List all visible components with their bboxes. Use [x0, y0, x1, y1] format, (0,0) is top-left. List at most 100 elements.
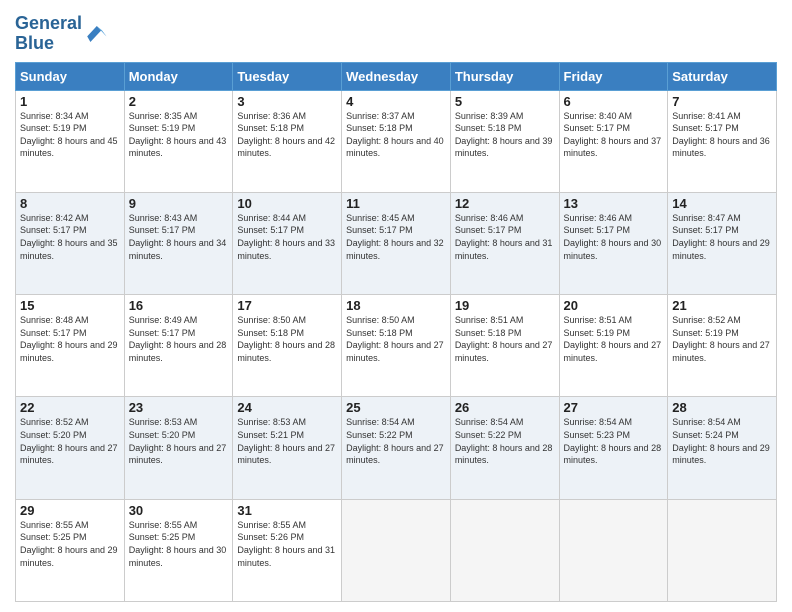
day-number: 31	[237, 503, 337, 518]
day-number: 2	[129, 94, 229, 109]
calendar-cell: 13Sunrise: 8:46 AMSunset: 5:17 PMDayligh…	[559, 192, 668, 294]
calendar-cell	[559, 499, 668, 601]
day-info: Sunrise: 8:55 AMSunset: 5:25 PMDaylight:…	[20, 519, 120, 569]
header: General Blue	[15, 10, 777, 54]
day-number: 5	[455, 94, 555, 109]
day-info: Sunrise: 8:42 AMSunset: 5:17 PMDaylight:…	[20, 212, 120, 262]
day-number: 3	[237, 94, 337, 109]
day-number: 27	[564, 400, 664, 415]
day-number: 4	[346, 94, 446, 109]
day-number: 15	[20, 298, 120, 313]
logo-icon	[84, 22, 108, 46]
day-info: Sunrise: 8:47 AMSunset: 5:17 PMDaylight:…	[672, 212, 772, 262]
calendar-cell: 14Sunrise: 8:47 AMSunset: 5:17 PMDayligh…	[668, 192, 777, 294]
logo-text: General Blue	[15, 14, 82, 54]
day-info: Sunrise: 8:54 AMSunset: 5:24 PMDaylight:…	[672, 416, 772, 466]
day-info: Sunrise: 8:52 AMSunset: 5:20 PMDaylight:…	[20, 416, 120, 466]
day-number: 19	[455, 298, 555, 313]
calendar-week-row: 8Sunrise: 8:42 AMSunset: 5:17 PMDaylight…	[16, 192, 777, 294]
weekday-header: Friday	[559, 62, 668, 90]
calendar-cell: 21Sunrise: 8:52 AMSunset: 5:19 PMDayligh…	[668, 295, 777, 397]
day-info: Sunrise: 8:46 AMSunset: 5:17 PMDaylight:…	[455, 212, 555, 262]
day-number: 25	[346, 400, 446, 415]
calendar-cell: 6Sunrise: 8:40 AMSunset: 5:17 PMDaylight…	[559, 90, 668, 192]
weekday-header: Monday	[124, 62, 233, 90]
day-info: Sunrise: 8:45 AMSunset: 5:17 PMDaylight:…	[346, 212, 446, 262]
day-number: 13	[564, 196, 664, 211]
calendar-cell: 25Sunrise: 8:54 AMSunset: 5:22 PMDayligh…	[342, 397, 451, 499]
day-number: 24	[237, 400, 337, 415]
calendar-cell: 23Sunrise: 8:53 AMSunset: 5:20 PMDayligh…	[124, 397, 233, 499]
day-info: Sunrise: 8:51 AMSunset: 5:18 PMDaylight:…	[455, 314, 555, 364]
calendar-week-row: 22Sunrise: 8:52 AMSunset: 5:20 PMDayligh…	[16, 397, 777, 499]
calendar-cell: 3Sunrise: 8:36 AMSunset: 5:18 PMDaylight…	[233, 90, 342, 192]
calendar-cell: 30Sunrise: 8:55 AMSunset: 5:25 PMDayligh…	[124, 499, 233, 601]
calendar-cell: 15Sunrise: 8:48 AMSunset: 5:17 PMDayligh…	[16, 295, 125, 397]
day-number: 30	[129, 503, 229, 518]
day-number: 12	[455, 196, 555, 211]
calendar-cell: 24Sunrise: 8:53 AMSunset: 5:21 PMDayligh…	[233, 397, 342, 499]
calendar-cell: 12Sunrise: 8:46 AMSunset: 5:17 PMDayligh…	[450, 192, 559, 294]
day-info: Sunrise: 8:37 AMSunset: 5:18 PMDaylight:…	[346, 110, 446, 160]
calendar-week-row: 15Sunrise: 8:48 AMSunset: 5:17 PMDayligh…	[16, 295, 777, 397]
calendar-cell: 31Sunrise: 8:55 AMSunset: 5:26 PMDayligh…	[233, 499, 342, 601]
day-info: Sunrise: 8:54 AMSunset: 5:23 PMDaylight:…	[564, 416, 664, 466]
calendar-cell: 20Sunrise: 8:51 AMSunset: 5:19 PMDayligh…	[559, 295, 668, 397]
day-info: Sunrise: 8:54 AMSunset: 5:22 PMDaylight:…	[455, 416, 555, 466]
day-info: Sunrise: 8:39 AMSunset: 5:18 PMDaylight:…	[455, 110, 555, 160]
day-info: Sunrise: 8:54 AMSunset: 5:22 PMDaylight:…	[346, 416, 446, 466]
weekday-header: Thursday	[450, 62, 559, 90]
day-info: Sunrise: 8:55 AMSunset: 5:25 PMDaylight:…	[129, 519, 229, 569]
calendar-cell	[342, 499, 451, 601]
day-info: Sunrise: 8:51 AMSunset: 5:19 PMDaylight:…	[564, 314, 664, 364]
weekday-header: Tuesday	[233, 62, 342, 90]
calendar-cell: 19Sunrise: 8:51 AMSunset: 5:18 PMDayligh…	[450, 295, 559, 397]
day-number: 18	[346, 298, 446, 313]
day-info: Sunrise: 8:44 AMSunset: 5:17 PMDaylight:…	[237, 212, 337, 262]
day-number: 1	[20, 94, 120, 109]
calendar-cell	[450, 499, 559, 601]
day-number: 23	[129, 400, 229, 415]
calendar-cell: 5Sunrise: 8:39 AMSunset: 5:18 PMDaylight…	[450, 90, 559, 192]
day-number: 26	[455, 400, 555, 415]
calendar-week-row: 29Sunrise: 8:55 AMSunset: 5:25 PMDayligh…	[16, 499, 777, 601]
calendar-cell: 9Sunrise: 8:43 AMSunset: 5:17 PMDaylight…	[124, 192, 233, 294]
calendar-cell: 27Sunrise: 8:54 AMSunset: 5:23 PMDayligh…	[559, 397, 668, 499]
calendar-cell: 18Sunrise: 8:50 AMSunset: 5:18 PMDayligh…	[342, 295, 451, 397]
calendar-table: SundayMondayTuesdayWednesdayThursdayFrid…	[15, 62, 777, 602]
day-number: 21	[672, 298, 772, 313]
page: General Blue SundayMondayTuesdayWednesda…	[0, 0, 792, 612]
calendar-cell: 7Sunrise: 8:41 AMSunset: 5:17 PMDaylight…	[668, 90, 777, 192]
day-number: 16	[129, 298, 229, 313]
calendar-week-row: 1Sunrise: 8:34 AMSunset: 5:19 PMDaylight…	[16, 90, 777, 192]
day-number: 22	[20, 400, 120, 415]
day-info: Sunrise: 8:35 AMSunset: 5:19 PMDaylight:…	[129, 110, 229, 160]
calendar-cell: 26Sunrise: 8:54 AMSunset: 5:22 PMDayligh…	[450, 397, 559, 499]
weekday-header: Sunday	[16, 62, 125, 90]
calendar-cell: 29Sunrise: 8:55 AMSunset: 5:25 PMDayligh…	[16, 499, 125, 601]
calendar-cell: 10Sunrise: 8:44 AMSunset: 5:17 PMDayligh…	[233, 192, 342, 294]
logo: General Blue	[15, 14, 108, 54]
day-info: Sunrise: 8:41 AMSunset: 5:17 PMDaylight:…	[672, 110, 772, 160]
day-info: Sunrise: 8:50 AMSunset: 5:18 PMDaylight:…	[346, 314, 446, 364]
day-number: 17	[237, 298, 337, 313]
calendar-cell: 16Sunrise: 8:49 AMSunset: 5:17 PMDayligh…	[124, 295, 233, 397]
calendar-cell: 28Sunrise: 8:54 AMSunset: 5:24 PMDayligh…	[668, 397, 777, 499]
day-number: 7	[672, 94, 772, 109]
weekday-header-row: SundayMondayTuesdayWednesdayThursdayFrid…	[16, 62, 777, 90]
day-number: 28	[672, 400, 772, 415]
day-info: Sunrise: 8:43 AMSunset: 5:17 PMDaylight:…	[129, 212, 229, 262]
day-number: 10	[237, 196, 337, 211]
day-number: 11	[346, 196, 446, 211]
day-info: Sunrise: 8:53 AMSunset: 5:21 PMDaylight:…	[237, 416, 337, 466]
day-info: Sunrise: 8:34 AMSunset: 5:19 PMDaylight:…	[20, 110, 120, 160]
calendar-cell: 1Sunrise: 8:34 AMSunset: 5:19 PMDaylight…	[16, 90, 125, 192]
day-number: 14	[672, 196, 772, 211]
calendar-cell: 11Sunrise: 8:45 AMSunset: 5:17 PMDayligh…	[342, 192, 451, 294]
day-info: Sunrise: 8:55 AMSunset: 5:26 PMDaylight:…	[237, 519, 337, 569]
day-number: 20	[564, 298, 664, 313]
day-number: 9	[129, 196, 229, 211]
calendar-cell: 8Sunrise: 8:42 AMSunset: 5:17 PMDaylight…	[16, 192, 125, 294]
day-number: 29	[20, 503, 120, 518]
weekday-header: Wednesday	[342, 62, 451, 90]
